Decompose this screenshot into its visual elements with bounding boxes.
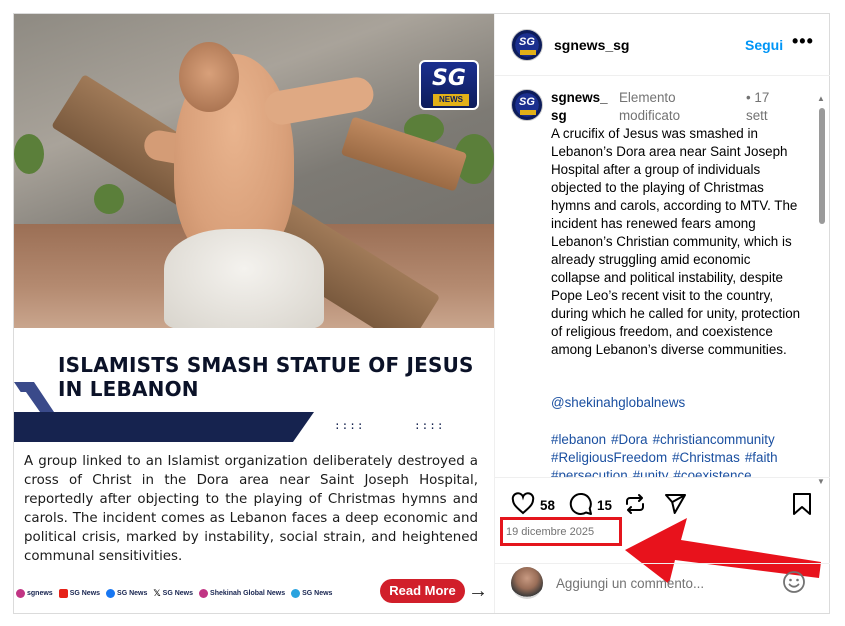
- caption-timestamp[interactable]: • 17 sett: [746, 89, 786, 125]
- arrow-right-icon: →: [468, 580, 488, 602]
- hashtag-link[interactable]: #unity: [633, 468, 669, 477]
- footer-item: SG News: [291, 588, 332, 598]
- post-headline: ISLAMISTS SMASH STATUE OF JESUS IN LEBAN…: [58, 353, 474, 401]
- hashtag-link[interactable]: #Dora: [611, 432, 647, 447]
- follow-button[interactable]: Segui: [745, 37, 783, 53]
- hashtag-link[interactable]: #persecution: [551, 468, 628, 477]
- footer-item: SG News: [58, 588, 100, 598]
- photo-broken-crucifix: SG NEWS: [14, 14, 494, 328]
- comment-count[interactable]: 15: [597, 498, 612, 513]
- emoji-icon[interactable]: [782, 570, 806, 594]
- telegram-icon: [291, 588, 301, 598]
- post-date[interactable]: 19 dicembre 2025: [506, 526, 594, 538]
- heart-icon[interactable]: [511, 492, 535, 516]
- hashtag-link[interactable]: #lebanon: [551, 432, 606, 447]
- instagram-icon: [16, 588, 25, 598]
- x-icon: 𝕏: [153, 587, 161, 598]
- post-image[interactable]: SG NEWS ISLAMISTS SMASH STATUE OF JESUS …: [14, 14, 494, 613]
- instagram-icon: [199, 588, 209, 598]
- hashtag-link[interactable]: #christiancommunity: [653, 432, 775, 447]
- add-comment-input[interactable]: Aggiungi un commento...: [556, 576, 704, 591]
- footer-item: 𝕏 SG News: [153, 587, 194, 598]
- scrollbar[interactable]: ▲ ▼: [817, 94, 827, 489]
- decor-dots: ::::: [414, 419, 445, 432]
- comment-icon[interactable]: [569, 492, 593, 516]
- scroll-up-icon[interactable]: ▲: [817, 94, 825, 103]
- post-side-panel: SG sgnews_sg Segui ••• SG sgnews_sg Elem…: [494, 14, 830, 613]
- username-link[interactable]: sgnews_sg: [554, 37, 629, 53]
- footer-item: SG News: [106, 588, 147, 598]
- like-count[interactable]: 58: [540, 498, 555, 513]
- more-options-icon[interactable]: •••: [792, 31, 814, 52]
- hashtag-link[interactable]: #coexistence: [673, 468, 751, 477]
- post-header: SG sgnews_sg Segui •••: [495, 14, 830, 76]
- mention-link[interactable]: @shekinahglobalnews: [551, 395, 685, 410]
- decor-dots: ::::: [334, 419, 365, 432]
- hashtag-link[interactable]: #faith: [745, 450, 778, 465]
- scrollbar-thumb[interactable]: [819, 108, 825, 224]
- headline-banner: [14, 412, 314, 442]
- edited-label: Elemento modificato: [619, 90, 681, 123]
- footer-item: Shekinah Global News: [199, 588, 285, 598]
- avatar[interactable]: SG: [511, 29, 543, 61]
- sg-news-logo: SG NEWS: [419, 60, 479, 110]
- hashtags: #lebanon #Dora #christiancommunity #Religi…: [551, 431, 811, 477]
- avatar[interactable]: SG: [511, 89, 543, 121]
- footer-item: sgnews: [16, 588, 53, 598]
- read-more-button: Read More: [380, 579, 465, 603]
- post-body-text: A group linked to an Islamist organizati…: [24, 454, 478, 564]
- facebook-icon: [106, 588, 116, 598]
- caption-text: A crucifix of Jesus was smashed in Leban…: [551, 126, 801, 357]
- hashtag-link[interactable]: #Christmas: [672, 450, 740, 465]
- youtube-icon: [58, 588, 68, 598]
- avatar[interactable]: [511, 567, 543, 599]
- hashtag-link[interactable]: #ReligiousFreedom: [551, 450, 667, 465]
- caption-area[interactable]: SG sgnews_sg Elemento modificato • 17 se…: [495, 77, 830, 477]
- caption-username[interactable]: sgnews_sg: [551, 89, 613, 125]
- post-viewer: SG NEWS ISLAMISTS SMASH STATUE OF JESUS …: [13, 13, 830, 614]
